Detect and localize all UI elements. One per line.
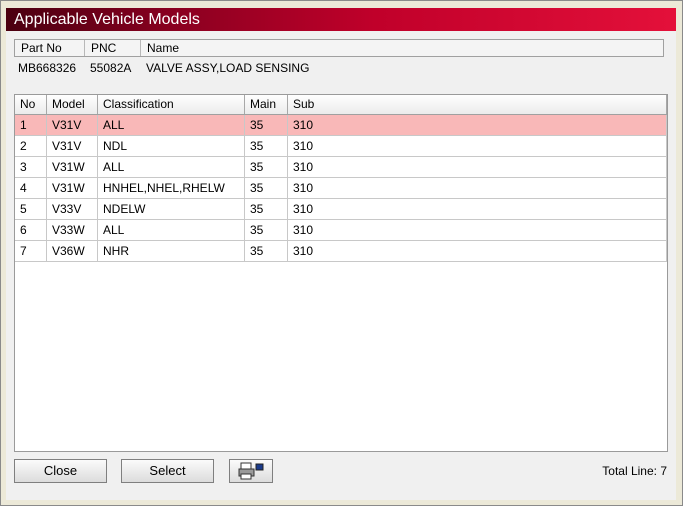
vehicle-models-table[interactable]: No Model Classification Main Sub 1 V31V …	[14, 94, 668, 452]
cell-classification: ALL	[98, 115, 245, 135]
cell-sub: 310	[288, 157, 667, 177]
name-value: VALVE ASSY,LOAD SENSING	[146, 61, 310, 75]
print-button[interactable]	[229, 459, 273, 483]
window-title: Applicable Vehicle Models	[14, 11, 200, 28]
cell-model: V36W	[47, 241, 98, 261]
table-row[interactable]: 2 V31V NDL 35 310	[15, 136, 667, 157]
table-row[interactable]: 1 V31V ALL 35 310	[15, 115, 667, 136]
printer-icon	[237, 462, 265, 480]
table-row[interactable]: 3 V31W ALL 35 310	[15, 157, 667, 178]
column-header-model[interactable]: Model	[47, 95, 98, 114]
cell-classification: ALL	[98, 220, 245, 240]
part-no-value: MB668326	[18, 61, 77, 75]
cell-model: V31V	[47, 136, 98, 156]
cell-main: 35	[245, 178, 288, 198]
cell-model: V33V	[47, 199, 98, 219]
table-header: No Model Classification Main Sub	[15, 95, 667, 115]
select-button[interactable]: Select	[121, 459, 214, 483]
cell-main: 35	[245, 157, 288, 177]
cell-main: 35	[245, 115, 288, 135]
cell-main: 35	[245, 220, 288, 240]
table-row[interactable]: 7 V36W NHR 35 310	[15, 241, 667, 262]
column-header-sub[interactable]: Sub	[288, 95, 667, 114]
close-button[interactable]: Close	[14, 459, 107, 483]
cell-no: 1	[15, 115, 47, 135]
name-header: Name	[147, 41, 180, 55]
pnc-header: PNC	[85, 40, 141, 56]
cell-no: 6	[15, 220, 47, 240]
column-header-classification[interactable]: Classification	[98, 95, 245, 114]
part-info-header: Part No PNC Name	[14, 39, 664, 57]
cell-classification: NHR	[98, 241, 245, 261]
cell-model: V31V	[47, 115, 98, 135]
table-row[interactable]: 5 V33V NDELW 35 310	[15, 199, 667, 220]
cell-classification: HNHEL,NHEL,RHELW	[98, 178, 245, 198]
cell-sub: 310	[288, 220, 667, 240]
cell-no: 4	[15, 178, 47, 198]
part-no-header: Part No	[15, 40, 85, 56]
cell-sub: 310	[288, 136, 667, 156]
cell-classification: NDELW	[98, 199, 245, 219]
cell-sub: 310	[288, 115, 667, 135]
cell-main: 35	[245, 199, 288, 219]
cell-model: V31W	[47, 157, 98, 177]
cell-no: 5	[15, 199, 47, 219]
pnc-value: 55082A	[90, 61, 132, 75]
part-info-row: MB668326 55082A VALVE ASSY,LOAD SENSING	[14, 60, 664, 78]
column-header-no[interactable]: No	[15, 95, 47, 114]
cell-main: 35	[245, 136, 288, 156]
cell-classification: ALL	[98, 157, 245, 177]
cell-no: 2	[15, 136, 47, 156]
column-header-main[interactable]: Main	[245, 95, 288, 114]
cell-model: V33W	[47, 220, 98, 240]
title-bar[interactable]: Applicable Vehicle Models	[6, 8, 676, 31]
table-row[interactable]: 6 V33W ALL 35 310	[15, 220, 667, 241]
cell-no: 7	[15, 241, 47, 261]
table-row[interactable]: 4 V31W HNHEL,NHEL,RHELW 35 310	[15, 178, 667, 199]
cell-classification: NDL	[98, 136, 245, 156]
cell-sub: 310	[288, 199, 667, 219]
cell-sub: 310	[288, 178, 667, 198]
cell-no: 3	[15, 157, 47, 177]
cell-main: 35	[245, 241, 288, 261]
cell-sub: 310	[288, 241, 667, 261]
cell-model: V31W	[47, 178, 98, 198]
total-line-count: Total Line: 7	[602, 464, 667, 478]
